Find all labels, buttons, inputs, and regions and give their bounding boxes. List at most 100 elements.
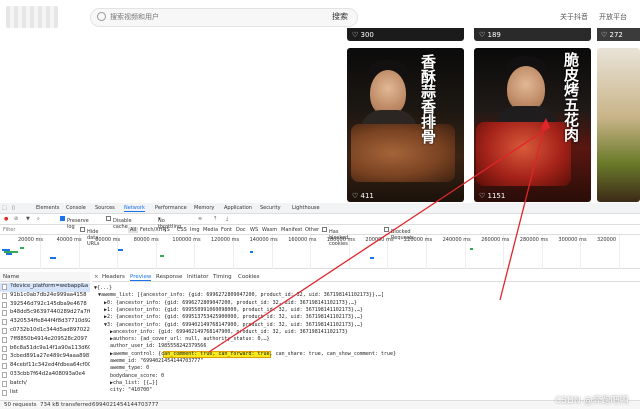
filter-input[interactable]: Filter (3, 227, 15, 233)
request-row[interactable]: 91b1c0ab7db24e999aa4158 (0, 292, 90, 301)
json-line[interactable]: ▶authors: {ad_cover_url: null, authority… (110, 336, 270, 342)
json-line[interactable]: ▶aweme_control: {can_comment: true, can_… (110, 351, 396, 357)
tab-headers[interactable]: Headers (102, 274, 125, 280)
file-icon (2, 310, 7, 317)
search-input[interactable] (110, 9, 310, 25)
filter-type-css[interactable]: CSS (177, 227, 187, 233)
timeline-tick-label: 100000 ms (172, 237, 201, 243)
nav-link-open-platform[interactable]: 开放平台 (599, 12, 627, 22)
tab-memory[interactable]: Memory (194, 205, 214, 211)
filter-type-wasm[interactable]: Wasm (262, 227, 277, 233)
device-toolbar-icon[interactable]: ▯ (12, 205, 15, 211)
wifi-icon[interactable]: ≋ (198, 216, 202, 222)
search-icon[interactable]: ⌕ (37, 216, 40, 222)
timeline-tick-label: 140000 ms (249, 237, 278, 243)
json-line[interactable]: ▶2: {ancestor_info: {gid: 69951375342590… (104, 314, 363, 320)
record-icon[interactable]: ● (4, 216, 8, 222)
tab-performance[interactable]: Performance (155, 205, 187, 211)
tab-elements[interactable]: Elements (36, 205, 59, 211)
timeline-tick-label: 180000 ms (326, 237, 355, 243)
json-line[interactable]: ▼aweme_list: [{ancestor_info: {gid: 6996… (98, 292, 384, 298)
timeline-tick-label: 40000 ms (56, 237, 82, 243)
request-row[interactable]: ?device_platform=webapp&a (0, 283, 90, 292)
inspect-icon[interactable]: ⬚ (2, 205, 7, 211)
request-name: 3cbed891a27e489c94aaa8987 (10, 353, 90, 360)
request-row[interactable]: b6c8a51dc9a14f1a90a113d60 (0, 345, 90, 354)
blocked-requests-checkbox[interactable]: Blocked Requests (384, 227, 414, 241)
json-line[interactable]: ▶cha_list: [{…}] (110, 380, 158, 386)
close-icon[interactable]: × (94, 274, 99, 280)
json-line[interactable]: aweme_type: 0 (110, 365, 149, 371)
tab-application[interactable]: Application (224, 205, 252, 211)
tab-cookies[interactable]: Cookies (238, 274, 260, 280)
timeline-request-bar (20, 247, 24, 249)
tab-initiator[interactable]: Initiator (187, 274, 208, 280)
request-row[interactable]: c0732b10d1c344d5ad897022 (0, 327, 90, 336)
search-button[interactable]: 搜索 (332, 11, 348, 22)
request-name: 91b1c0ab7db24e999aa4158 (10, 291, 87, 298)
nav-link-about[interactable]: 关于抖音 (560, 12, 588, 22)
filter-type-all[interactable]: All (128, 227, 139, 233)
timeline-tick-label: 240000 ms (442, 237, 471, 243)
request-row[interactable]: 84cebf11c342ed4fdbea64cf00 (0, 362, 90, 371)
tab-lighthouse[interactable]: Lighthouse (292, 205, 320, 211)
filter-type-manifest[interactable]: Manifest (281, 227, 302, 233)
request-row[interactable]: 392546d792c145dba9e4678 (0, 301, 90, 310)
json-line[interactable]: author_user_id: 1985558242379566 (110, 343, 206, 349)
json-line[interactable]: aweme_id: "6994021454144703777" (110, 358, 203, 364)
file-icon (2, 354, 7, 361)
network-status-bar: 50 requests 734 kB transferred 699402145… (0, 400, 640, 409)
file-icon (2, 292, 7, 299)
tab-timing[interactable]: Timing (213, 274, 232, 280)
tab-console[interactable]: Console (66, 205, 86, 211)
request-row[interactable]: 7ff8850b4914e209528c2097 (0, 336, 90, 345)
preserve-log-checkbox[interactable]: Preserve log (60, 216, 89, 230)
json-line[interactable]: ▼3: {ancestor_info: {gid: 69940214976814… (104, 322, 363, 328)
tab-network[interactable]: Network (124, 205, 145, 212)
json-preview: ▼{...} ▼aweme_list: [{ancestor_info: {gid… (92, 283, 640, 398)
like-count: ♡ 272 (601, 31, 623, 39)
timeline-request-bar (470, 248, 473, 250)
throttling-select[interactable]: No throttling ▾ (158, 216, 181, 230)
network-timeline[interactable]: 20000 ms 40000 ms 60000 ms 80000 ms 100000 m… (0, 235, 640, 269)
json-line[interactable]: ▶ancestor_info: {gid: 699402149768147900… (110, 329, 348, 335)
request-row[interactable]: b48dd5c96397440289d27a7f6 (0, 309, 90, 318)
video-card-2[interactable]: 脆皮烤五花肉 ♡ 1151 (474, 48, 591, 202)
json-line[interactable]: city: "410700" (110, 387, 152, 393)
site-logo[interactable] (6, 6, 58, 28)
has-blocked-cookies-checkbox[interactable]: Has blocked cookies (322, 227, 348, 247)
filter-type-media[interactable]: Media (203, 227, 218, 233)
thumbnail-food (476, 122, 571, 186)
request-row[interactable]: 033cbb7f64d2a408093a0e4 (0, 371, 90, 380)
file-icon (2, 380, 7, 387)
export-icon[interactable]: ⤓ (226, 216, 228, 222)
tab-preview[interactable]: Preview (130, 274, 152, 281)
video-card-1[interactable]: 香酥蒜香排骨 ♡ 411 (347, 48, 464, 202)
json-line[interactable]: ▼{...} (94, 285, 112, 291)
video-card-3[interactable] (597, 48, 640, 202)
filter-type-ws[interactable]: WS (250, 227, 258, 233)
filter-type-doc[interactable]: Doc (236, 227, 246, 233)
tab-security[interactable]: Security (260, 205, 281, 211)
json-line[interactable]: ▶1: {ancestor_info: {gid: 69955099106009… (104, 307, 363, 313)
tab-response[interactable]: Response (156, 274, 182, 280)
disable-cache-checkbox[interactable]: Disable cache (106, 216, 132, 230)
file-icon (2, 389, 7, 396)
filter-icon[interactable]: ▼ (26, 216, 30, 222)
timeline-request-bar (370, 257, 374, 259)
request-row[interactable]: list (0, 389, 90, 398)
filter-type-xhr[interactable]: Fetch/XHR (140, 227, 166, 233)
clear-icon[interactable]: ⊘ (14, 216, 18, 222)
json-line[interactable]: bodydance_score: 0 (110, 373, 164, 379)
tab-sources[interactable]: Sources (95, 205, 115, 211)
request-row[interactable]: batch/ (0, 380, 90, 389)
filter-type-other[interactable]: Other (305, 227, 319, 233)
import-icon[interactable]: ⤒ (214, 216, 216, 222)
filter-type-img[interactable]: Img (190, 227, 200, 233)
request-row[interactable]: 3cbed891a27e489c94aaa8987 (0, 353, 90, 362)
request-row[interactable]: 4320534ffe844f4f8d37710d92 (0, 318, 90, 327)
filter-type-js[interactable]: JS (165, 227, 170, 233)
hide-data-urls-checkbox[interactable]: Hide data URLs (80, 227, 100, 247)
filter-type-font[interactable]: Font (221, 227, 232, 233)
json-line[interactable]: ▶0: {ancestor_info: {gid: 69962728090472… (104, 300, 357, 306)
